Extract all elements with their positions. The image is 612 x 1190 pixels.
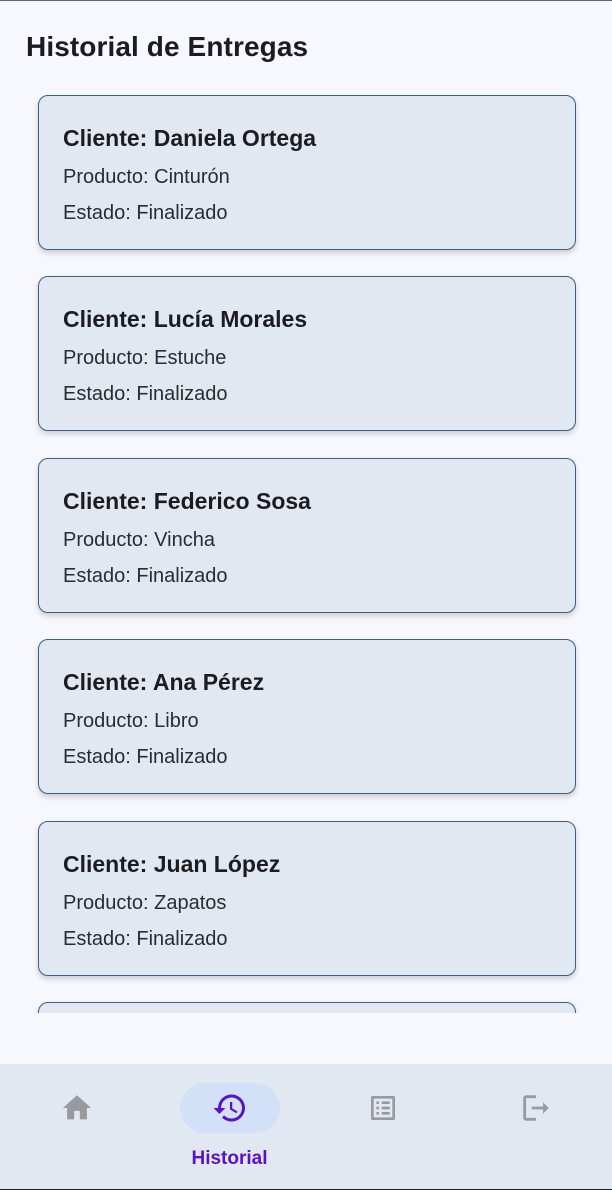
delivery-card[interactable]: Cliente: Lucía Morales Producto: Estuche… [38,276,576,431]
client-name: Cliente: Ana Pérez [63,669,265,695]
nav-history-label: Historial [191,1148,268,1169]
product-name: Producto: Libro [63,710,199,732]
bottom-navigation: Historial [0,1064,612,1189]
delivery-card[interactable]: Cliente: Ana Pérez Producto: Libro Estad… [38,639,576,794]
nav-logout[interactable] [459,1064,612,1189]
product-name: Producto: Cinturón [63,166,230,188]
home-icon [27,1083,127,1133]
nav-orders[interactable] [306,1064,459,1189]
delivery-status: Estado: Finalizado [63,928,228,950]
delivery-list[interactable]: Cliente: Daniela Ortega Producto: Cintur… [0,95,612,1013]
delivery-card[interactable]: Cliente: Juan López Producto: Zapatos Es… [38,821,576,976]
page-title: Historial de Entregas [26,31,309,62]
delivery-status: Estado: Finalizado [63,565,228,587]
delivery-status: Estado: Finalizado [63,383,228,405]
product-name: Producto: Estuche [63,347,227,369]
client-name: Cliente: Daniela Ortega [63,125,317,151]
history-icon [179,1083,280,1133]
list-document-icon [333,1083,433,1133]
client-name: Cliente: Federico Sosa [63,488,311,514]
delivery-status: Estado: Finalizado [63,202,228,224]
delivery-card[interactable]: Cliente: Daniela Ortega Producto: Cintur… [38,95,576,250]
delivery-card[interactable]: Cliente: Federico Sosa Producto: Vincha … [38,458,576,613]
product-name: Producto: Zapatos [63,892,227,914]
delivery-status: Estado: Finalizado [63,746,228,768]
client-name: Cliente: Juan López [63,851,281,877]
product-name: Producto: Vincha [63,529,215,551]
nav-home[interactable] [0,1064,153,1189]
nav-history[interactable]: Historial [153,1064,306,1189]
history-screen: Historial de Entregas Cliente: Daniela O… [0,0,612,1190]
logout-icon [486,1083,586,1133]
client-name: Cliente: Lucía Morales [63,306,308,332]
delivery-card-partial[interactable] [38,1002,576,1013]
